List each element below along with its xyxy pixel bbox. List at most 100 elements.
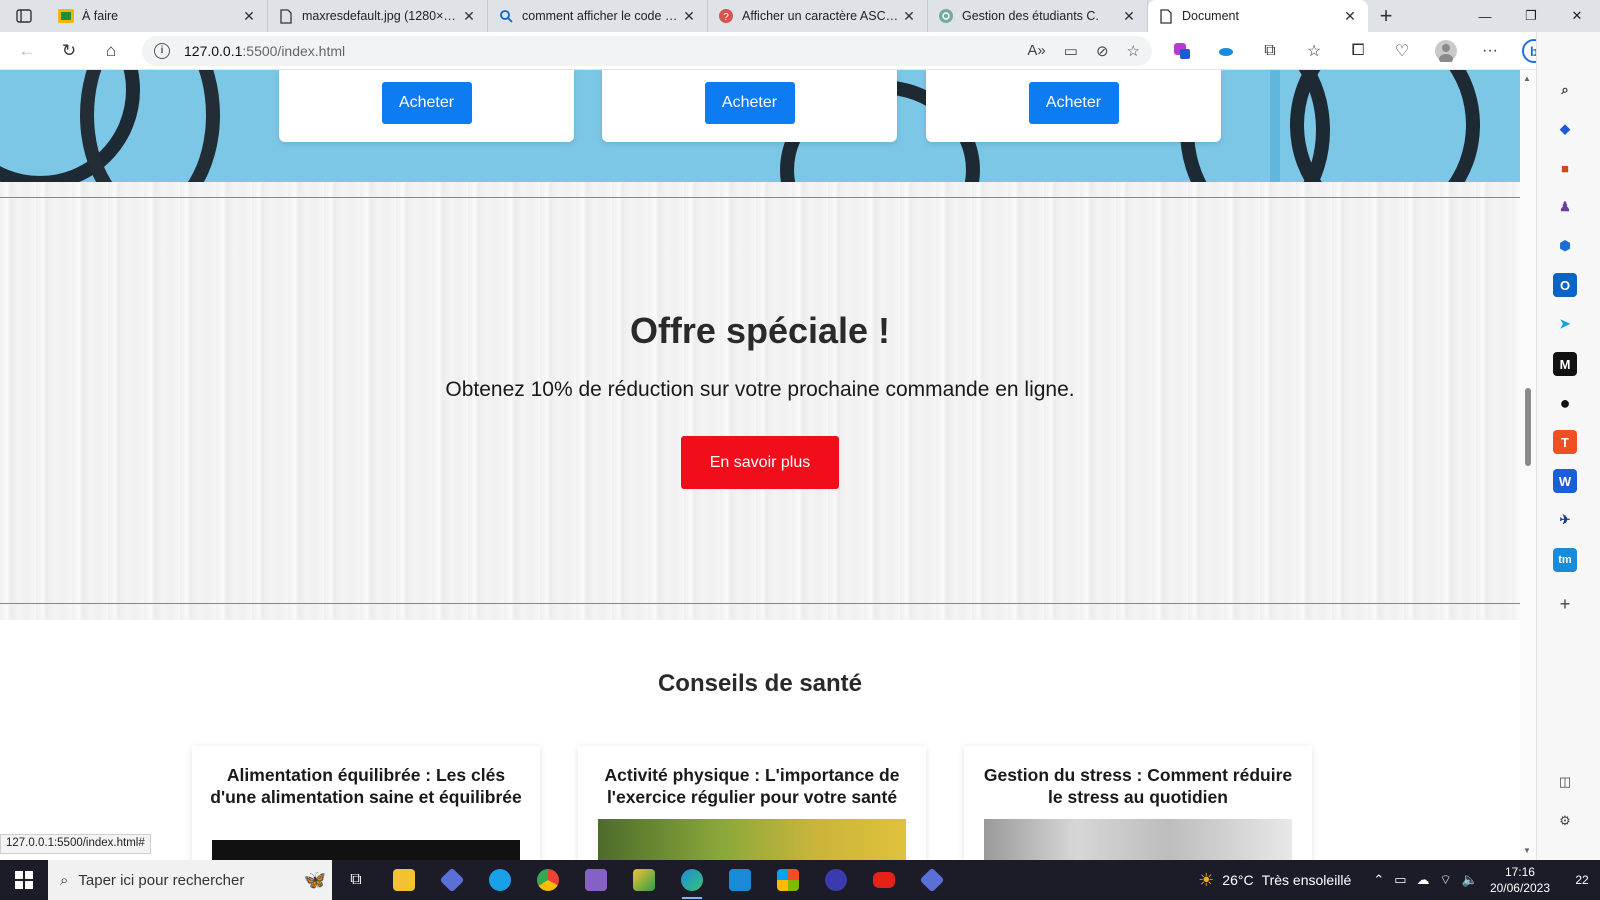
tip-card[interactable]: Alimentation équilibrée : Les clés d'une…: [192, 746, 540, 860]
immersive-reader-icon[interactable]: ▭: [1064, 42, 1078, 60]
cloud-extension-icon[interactable]: [1204, 32, 1248, 70]
chrome-icon[interactable]: [524, 860, 572, 900]
microsoft-store-icon[interactable]: [764, 860, 812, 900]
tip-image: [984, 819, 1292, 860]
read-aloud-icon[interactable]: A»: [1027, 42, 1045, 60]
scroll-up-icon[interactable]: ▲: [1523, 74, 1531, 83]
stethoscope-image: [1290, 70, 1480, 182]
m-app-icon[interactable]: M: [1553, 352, 1577, 376]
tab-maxresdefault[interactable]: maxresdefault.jpg (1280×720) ✕: [268, 0, 488, 32]
health-tips-section: Conseils de santé Alimentation équilibré…: [0, 620, 1520, 860]
tip-card[interactable]: Activité physique : L'importance de l'ex…: [578, 746, 926, 860]
profile-avatar[interactable]: [1424, 32, 1468, 70]
taskbar-search[interactable]: ⌕ Taper ici pour rechercher 🦋: [48, 860, 332, 900]
tip-card[interactable]: Gestion du stress : Comment réduire le s…: [964, 746, 1312, 860]
github-icon[interactable]: ●: [1553, 391, 1577, 415]
collections-icon[interactable]: ⧠: [1336, 32, 1380, 70]
t-app-icon[interactable]: T: [1553, 430, 1577, 454]
visual-studio-icon[interactable]: [572, 860, 620, 900]
scroll-down-icon[interactable]: ▼: [1523, 846, 1531, 855]
tips-title: Conseils de santé: [657, 670, 863, 697]
outlook-icon[interactable]: O: [1553, 273, 1577, 297]
tab-actions-icon[interactable]: [0, 0, 48, 32]
tab-title: comment afficher le code ascii en: [522, 9, 681, 23]
tab-title: Document: [1182, 9, 1239, 23]
clock[interactable]: 17:16 20/06/2023: [1490, 864, 1550, 896]
notification-badge[interactable]: 22: [1564, 860, 1600, 900]
close-icon[interactable]: ✕: [461, 8, 477, 25]
performance-icon[interactable]: ♡: [1380, 32, 1424, 70]
battery-icon[interactable]: ▭: [1394, 872, 1406, 888]
edge-icon[interactable]: [668, 860, 716, 900]
tm-app-icon[interactable]: tm: [1553, 548, 1577, 572]
w-app-icon[interactable]: W: [1553, 469, 1577, 493]
search-placeholder: Taper ici pour rechercher: [78, 871, 245, 889]
minimize-icon[interactable]: —: [1462, 0, 1508, 32]
time: 17:16: [1504, 865, 1535, 879]
send-icon[interactable]: ➤: [1553, 312, 1577, 336]
onedrive-icon[interactable]: ☁: [1417, 872, 1430, 888]
tab-document[interactable]: Document ✕: [1148, 0, 1368, 32]
bird-icon[interactable]: ✈: [1553, 508, 1577, 532]
favorites-icon[interactable]: ☆: [1292, 32, 1336, 70]
close-icon[interactable]: ✕: [1342, 8, 1358, 25]
refresh-icon[interactable]: ↻: [48, 32, 90, 70]
tab-gestion-etudiants[interactable]: Gestion des étudiants C. ✕: [928, 0, 1148, 32]
weather-widget[interactable]: ☀ 26°C Très ensoleillé: [1198, 870, 1351, 891]
app-icon[interactable]: [812, 860, 860, 900]
windows-taskbar: ⌕ Taper ici pour rechercher 🦋 ⧉ ☀ 26°C T…: [0, 860, 1600, 900]
tip-card-title: Gestion du stress : Comment réduire le s…: [983, 765, 1293, 807]
notification-count: 22: [1575, 873, 1589, 887]
status-bar-url: 127.0.0.1:5500/index.html#: [0, 834, 151, 854]
favorite-star-icon[interactable]: ☆: [1127, 42, 1140, 60]
network-icon[interactable]: ⌔: [1440, 872, 1452, 888]
restore-icon[interactable]: ❐: [1508, 0, 1554, 32]
home-icon[interactable]: ⌂: [90, 32, 132, 70]
back-icon[interactable]: ←: [6, 32, 48, 70]
settings-gear-icon[interactable]: ⚙: [1553, 809, 1577, 833]
youtube-icon[interactable]: [860, 860, 908, 900]
more-menu-icon[interactable]: ···: [1468, 32, 1512, 70]
app-icon[interactable]: [428, 860, 476, 900]
games-icon[interactable]: ♟: [1553, 195, 1577, 219]
sidebar-toggle-icon[interactable]: ◫: [1553, 770, 1577, 794]
scrollbar-thumb[interactable]: [1525, 388, 1531, 466]
tracking-prevention-icon[interactable]: ⊘: [1096, 42, 1109, 60]
extensions-icon[interactable]: ⧉: [1248, 32, 1292, 70]
volume-icon[interactable]: 🔈: [1462, 872, 1478, 888]
classroom-icon: [58, 8, 74, 24]
tab-afficher-ascii[interactable]: ? Afficher un caractère ASCII en ✕: [708, 0, 928, 32]
add-icon[interactable]: +: [1553, 592, 1577, 616]
buy-button[interactable]: Acheter: [381, 82, 472, 124]
task-view-icon[interactable]: ⧉: [332, 860, 380, 900]
app-icon[interactable]: [908, 860, 956, 900]
vertical-scrollbar[interactable]: ▲ ▼: [1520, 70, 1536, 860]
copilot-extension-icon[interactable]: [1160, 32, 1204, 70]
close-icon[interactable]: ✕: [1121, 8, 1137, 25]
address-bar[interactable]: i 127.0.0.1:5500/index.html A» ▭ ⊘ ☆: [142, 35, 1152, 66]
new-tab-icon[interactable]: +: [1368, 0, 1404, 32]
tools-icon[interactable]: ■: [1553, 156, 1577, 180]
tag-icon[interactable]: ◆: [1553, 117, 1577, 141]
divider: [0, 197, 1520, 198]
close-icon[interactable]: ✕: [241, 8, 257, 25]
vscode-icon[interactable]: [716, 860, 764, 900]
tab-a-faire[interactable]: À faire ✕: [48, 0, 268, 32]
buy-button[interactable]: Acheter: [704, 82, 795, 124]
info-icon[interactable]: i: [154, 42, 170, 59]
app-icon[interactable]: [476, 860, 524, 900]
close-icon[interactable]: ✕: [901, 8, 917, 25]
app-icon[interactable]: [620, 860, 668, 900]
close-icon[interactable]: ✕: [681, 8, 697, 25]
tab-search-ascii[interactable]: comment afficher le code ascii en ✕: [488, 0, 708, 32]
product-card: Acheter: [926, 70, 1221, 142]
window-close-icon[interactable]: ✕: [1554, 0, 1600, 32]
search-icon[interactable]: ⌕: [1553, 78, 1577, 102]
page-viewport[interactable]: Acheter Acheter Acheter Offre spéciale !…: [0, 70, 1520, 860]
learn-more-button[interactable]: En savoir plus: [681, 436, 839, 489]
buy-button[interactable]: Acheter: [1028, 82, 1119, 124]
chevron-up-icon[interactable]: ⌃: [1373, 872, 1384, 888]
windows-start-icon[interactable]: [0, 860, 48, 900]
file-explorer-icon[interactable]: [380, 860, 428, 900]
office-icon[interactable]: ⬢: [1553, 234, 1577, 258]
